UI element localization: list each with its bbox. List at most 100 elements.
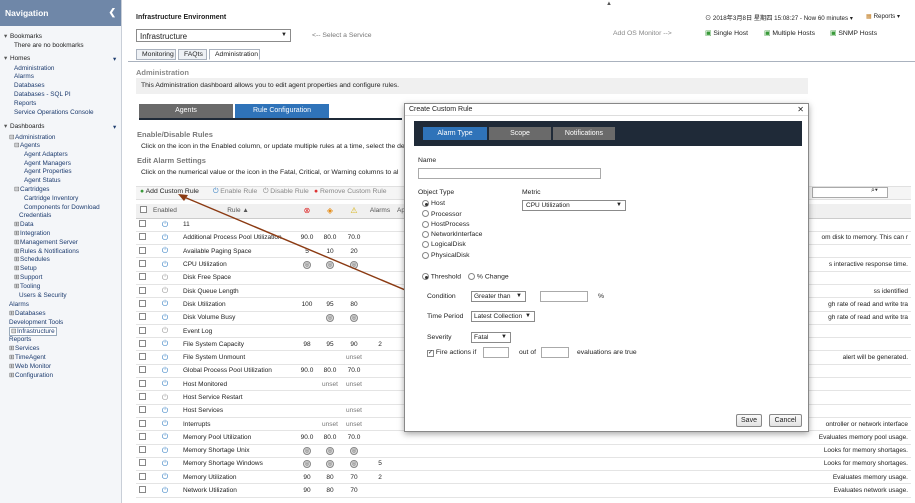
- sidebar-item[interactable]: ⊞Management Server: [14, 239, 78, 247]
- sidebar-item[interactable]: Reports: [9, 336, 31, 344]
- sidebar-item[interactable]: ⊞Web Monitor: [9, 363, 51, 371]
- tab-notifications[interactable]: Notifications: [553, 127, 615, 140]
- sidebar-item-label: Agent Properties: [24, 168, 72, 175]
- sidebar-item[interactable]: ⊟Cartridges: [14, 186, 49, 194]
- sidebar-item-label: Reports: [9, 336, 32, 343]
- sidebar-item-label: Databases: [14, 82, 45, 89]
- tab-scope[interactable]: Scope: [489, 127, 551, 140]
- sidebar-item-label: Infrastructure: [17, 328, 55, 335]
- object-type-radio[interactable]: Processor: [422, 210, 462, 218]
- close-icon[interactable]: ✕: [797, 105, 804, 114]
- sidebar-item[interactable]: ⊞Databases: [9, 310, 46, 318]
- sidebar-item[interactable]: Components for Download: [24, 204, 100, 212]
- sidebar-item-label: TimeAgent: [15, 354, 46, 361]
- sidebar-item[interactable]: There are no bookmarks: [14, 42, 84, 50]
- chevron-down-icon: ▼: [616, 202, 622, 208]
- sidebar-item[interactable]: Credentials: [19, 212, 51, 220]
- sidebar-item[interactable]: Administration: [14, 65, 55, 73]
- radio-icon: [422, 220, 429, 228]
- navigation-title: Navigation: [5, 8, 49, 18]
- sidebar-item[interactable]: ▾ Bookmarks: [4, 33, 42, 41]
- radio-icon: [422, 230, 429, 238]
- sidebar-item-label: Databases - SQL PI: [14, 91, 71, 98]
- sidebar-item-label: There are no bookmarks: [14, 42, 84, 49]
- radio-icon: [468, 273, 475, 280]
- section-menu-icon[interactable]: ▾: [113, 124, 116, 132]
- metric-select-value: CPU Utilization: [526, 202, 570, 209]
- sidebar-item[interactable]: ⊞Support: [14, 274, 42, 282]
- sidebar-item-label: Schedules: [20, 256, 50, 263]
- sidebar-item[interactable]: Agent Adapters: [24, 151, 68, 159]
- time-period-select[interactable]: Latest Collection ▼: [471, 311, 535, 322]
- collapse-sidebar-icon[interactable]: ❮: [108, 7, 116, 18]
- save-button[interactable]: Save: [736, 414, 762, 427]
- sidebar-item[interactable]: ⊞Services: [9, 345, 40, 353]
- sidebar-item[interactable]: Development Tools: [9, 319, 63, 327]
- fire-actions-label: Fire actions if: [435, 349, 477, 356]
- sidebar-item-label: Alarms: [14, 73, 34, 80]
- sidebar-item[interactable]: ▾ Dashboards: [4, 123, 44, 131]
- sidebar-item[interactable]: ⊞TimeAgent: [9, 354, 46, 362]
- sidebar-item[interactable]: Service Operations Console: [14, 109, 94, 117]
- sidebar-item-label: Cartridges: [20, 186, 50, 193]
- navigation-header: Navigation ❮: [0, 0, 121, 26]
- dialog-title: Create Custom Rule: [409, 106, 473, 113]
- sidebar-item[interactable]: ⊞Configuration: [9, 372, 53, 380]
- sidebar-item[interactable]: Alarms: [9, 301, 29, 309]
- sidebar-item[interactable]: ⊟Agents: [14, 142, 40, 150]
- condition-value-input[interactable]: [540, 291, 588, 302]
- time-period-select-value: Latest Collection: [474, 313, 523, 320]
- fire-actions-checkbox[interactable]: ✓ Fire actions if: [427, 349, 476, 357]
- threshold-radio[interactable]: Threshold: [422, 273, 461, 280]
- sidebar-item[interactable]: Cartridge Inventory: [24, 195, 78, 203]
- sidebar-item[interactable]: Databases: [14, 82, 45, 90]
- sidebar-item[interactable]: Alarms: [14, 73, 34, 81]
- metric-select[interactable]: CPU Utilization ▼: [522, 200, 626, 211]
- section-menu-icon[interactable]: ▾: [113, 56, 116, 64]
- pct-change-label: % Change: [476, 273, 509, 281]
- object-type-radio[interactable]: LogicalDisk: [422, 241, 466, 248]
- object-type-radio[interactable]: PhysicalDisk: [422, 251, 470, 259]
- sidebar-item-label: Services: [15, 345, 40, 352]
- sidebar-item[interactable]: ⊟Infrastructure: [9, 327, 57, 336]
- name-input[interactable]: [418, 168, 601, 179]
- sidebar-item-label: Development Tools: [9, 319, 64, 326]
- sidebar-item[interactable]: ⊞Tooling: [14, 283, 40, 291]
- sidebar-item[interactable]: ⊞Schedules: [14, 256, 50, 264]
- sidebar-item-label: Agent Adapters: [24, 151, 68, 158]
- sidebar-item[interactable]: Users & Security: [19, 292, 67, 300]
- condition-label: Condition: [427, 293, 456, 300]
- radio-selected-icon: [422, 200, 429, 207]
- sidebar-item[interactable]: Agent Status: [24, 177, 61, 185]
- pct-change-radio[interactable]: % Change: [468, 273, 509, 280]
- sidebar-item-label: Rules & Notifications: [20, 248, 79, 255]
- sidebar-item[interactable]: ⊞Data: [14, 221, 34, 229]
- tab-alarm-type[interactable]: Alarm Type: [423, 127, 487, 140]
- create-custom-rule-dialog: Create Custom Rule ✕ Alarm Type Scope No…: [404, 103, 809, 432]
- sidebar-item[interactable]: Reports: [14, 100, 36, 108]
- radio-icon: [422, 241, 429, 249]
- checkbox-checked-icon: ✓: [427, 350, 434, 357]
- name-label: Name: [418, 157, 437, 164]
- sidebar-item[interactable]: Agent Managers: [24, 160, 71, 168]
- sidebar-item[interactable]: ⊞Setup: [14, 265, 37, 273]
- sidebar-item-label: Agents: [20, 142, 40, 149]
- sidebar-item[interactable]: ⊞Rules & Notifications: [14, 248, 79, 256]
- sidebar-item-label: Web Monitor: [15, 363, 52, 370]
- object-type-radio[interactable]: Host: [422, 200, 445, 207]
- sidebar-item[interactable]: Databases - SQL PI: [14, 91, 71, 99]
- object-type-radio[interactable]: NetworkInterface: [422, 230, 482, 238]
- cancel-button[interactable]: Cancel: [769, 414, 802, 427]
- sidebar-item-label: Tooling: [20, 283, 41, 290]
- fire-count-input[interactable]: [483, 347, 509, 358]
- severity-select[interactable]: Fatal ▼: [471, 332, 511, 343]
- sidebar-item[interactable]: ▾ Homes: [4, 55, 30, 63]
- object-type-radio[interactable]: HostProcess: [422, 220, 470, 228]
- sidebar-item[interactable]: ⊟Administration: [9, 134, 56, 142]
- sidebar-item[interactable]: Agent Properties: [24, 168, 72, 176]
- condition-select[interactable]: Greater than ▼: [471, 291, 526, 302]
- out-of-input[interactable]: [541, 347, 569, 358]
- sidebar-item[interactable]: ⊞Integration: [14, 230, 50, 238]
- severity-select-value: Fatal: [474, 334, 489, 341]
- sidebar-item-label: Support: [20, 274, 43, 281]
